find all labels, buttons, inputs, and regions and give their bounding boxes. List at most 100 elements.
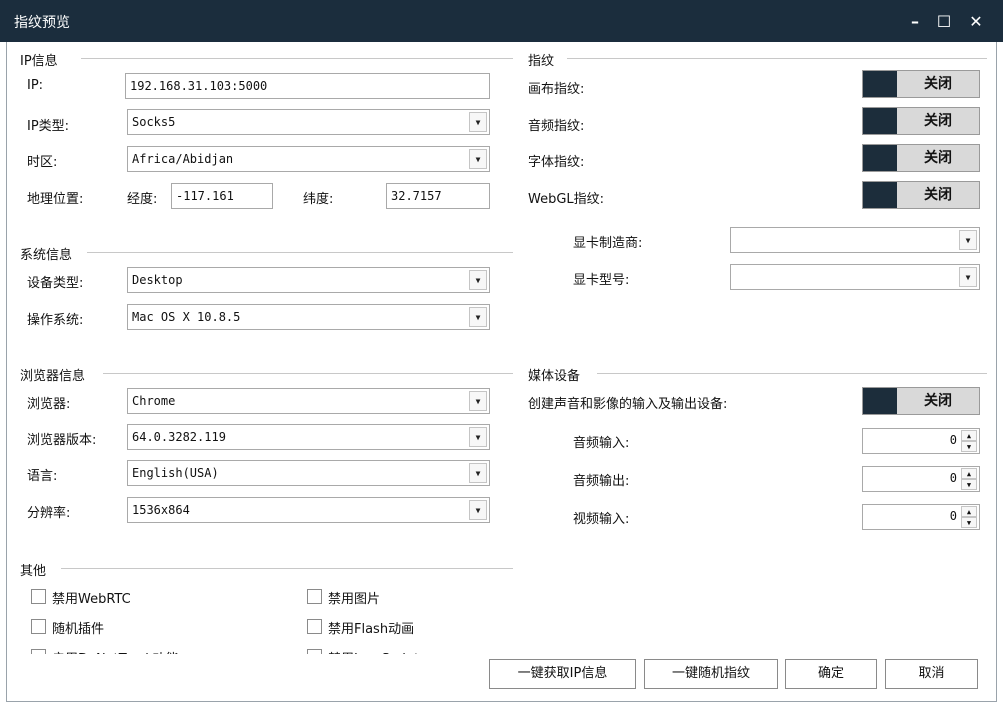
chevron-up-icon[interactable]: ▲ [961,430,977,441]
browser-select[interactable]: Chrome ▼ [127,388,490,414]
option-label: 禁用Flash动画 [328,622,415,637]
audio-output-label: 音频输出: [573,474,630,489]
dialog-content: IP信息 IP: 192.168.31.103:5000 IP类型: Socks… [6,42,997,702]
browser-version-select[interactable]: 64.0.3282.119 ▼ [127,424,490,450]
chevron-down-icon[interactable]: ▼ [959,230,977,250]
os-label: 操作系统: [27,313,84,328]
toggle-knob [863,71,897,97]
device-type-label: 设备类型: [27,276,84,291]
browser-value: Chrome [132,394,176,408]
os-select[interactable]: Mac OS X 10.8.5 ▼ [127,304,490,330]
toggle-knob [863,145,897,171]
audio-output-stepper[interactable]: 0 ▲ ▼ [862,466,980,492]
media-devices-toggle[interactable]: 关闭 [862,387,980,415]
audio-input-label: 音频输入: [573,436,630,451]
language-label: 语言: [27,469,58,484]
section-title-media: 媒体设备 [528,365,587,384]
chevron-down-icon[interactable]: ▼ [469,500,487,520]
video-input-stepper[interactable]: 0 ▲ ▼ [862,504,980,530]
section-title-browser: 浏览器信息 [20,365,92,384]
device-type-select[interactable]: Desktop ▼ [127,267,490,293]
resolution-value: 1536x864 [132,503,190,517]
toggle-state: 关闭 [897,71,979,97]
divider [87,252,513,253]
dialog-footer: 一键获取IP信息 一键随机指纹 确定 取消 [7,654,996,701]
divider [81,58,513,59]
gpu-vendor-select[interactable]: ▼ [730,227,980,253]
divider [597,373,987,374]
toggle-knob [863,182,897,208]
os-value: Mac OS X 10.8.5 [132,310,241,324]
chevron-down-icon[interactable]: ▼ [959,267,977,287]
chevron-down-icon[interactable]: ▼ [961,479,977,490]
ip-input[interactable]: 192.168.31.103:5000 [125,73,490,99]
option-label: 禁用图片 [328,592,381,607]
chevron-down-icon[interactable]: ▼ [469,427,487,447]
chevron-down-icon[interactable]: ▼ [469,463,487,483]
chevron-up-icon[interactable]: ▲ [961,468,977,479]
section-title-fingerprint: 指纹 [528,50,561,69]
chevron-down-icon[interactable]: ▼ [469,112,487,132]
get-ip-info-button[interactable]: 一键获取IP信息 [489,659,636,689]
close-button[interactable]: ✕ [964,10,988,34]
video-input-value: 0 [949,509,957,523]
random-fingerprint-button[interactable]: 一键随机指纹 [644,659,778,689]
resolution-select[interactable]: 1536x864 ▼ [127,497,490,523]
ip-label: IP: [27,78,44,93]
toggle-state: 关闭 [897,145,979,171]
latitude-label: 纬度: [303,192,334,207]
maximize-button[interactable]: ☐ [932,10,956,34]
language-select[interactable]: English(USA) ▼ [127,460,490,486]
browser-label: 浏览器: [27,397,71,412]
gpu-model-label: 显卡型号: [573,273,630,288]
audio-fp-toggle[interactable]: 关闭 [862,107,980,135]
audio-output-value: 0 [949,471,957,485]
chevron-down-icon[interactable]: ▼ [469,149,487,169]
device-type-value: Desktop [132,273,183,287]
video-input-label: 视频输入: [573,512,630,527]
resolution-label: 分辨率: [27,506,71,521]
chevron-down-icon[interactable]: ▼ [469,307,487,327]
section-title-other: 其他 [20,560,53,579]
divider [567,58,987,59]
chevron-down-icon[interactable]: ▼ [961,441,977,452]
latitude-input[interactable]: 32.7157 [386,183,490,209]
toggle-knob [863,108,897,134]
longitude-input[interactable]: -117.161 [171,183,273,209]
browser-version-value: 64.0.3282.119 [132,430,226,444]
browser-version-label: 浏览器版本: [27,433,97,448]
timezone-select[interactable]: Africa/Abidjan ▼ [127,146,490,172]
checkbox-disable-flash[interactable] [307,619,322,634]
webgl-fp-label: WebGL指纹: [528,192,605,207]
webgl-fp-toggle[interactable]: 关闭 [862,181,980,209]
chevron-down-icon[interactable]: ▼ [469,391,487,411]
option-label: 禁用WebRTC [52,592,131,607]
checkbox-disable-webrtc[interactable] [31,589,46,604]
ip-type-value: Socks5 [132,115,176,129]
minimize-button[interactable]: – [903,10,927,34]
checkbox-random-plugins[interactable] [31,619,46,634]
audio-input-stepper[interactable]: 0 ▲ ▼ [862,428,980,454]
timezone-value: Africa/Abidjan [132,152,234,166]
checkbox-disable-images[interactable] [307,589,322,604]
ip-type-select[interactable]: Socks5 ▼ [127,109,490,135]
toggle-state: 关闭 [897,182,979,208]
timezone-label: 时区: [27,155,58,170]
canvas-fp-label: 画布指纹: [528,82,585,97]
chevron-down-icon[interactable]: ▼ [469,270,487,290]
chevron-down-icon[interactable]: ▼ [961,517,977,528]
gpu-vendor-label: 显卡制造商: [573,236,643,251]
section-title-system: 系统信息 [20,244,79,263]
canvas-fp-toggle[interactable]: 关闭 [862,70,980,98]
longitude-label: 经度: [127,192,158,207]
toggle-state: 关闭 [897,388,979,414]
section-title-ip: IP信息 [20,50,64,69]
audio-fp-label: 音频指纹: [528,119,585,134]
ok-button[interactable]: 确定 [785,659,877,689]
font-fp-toggle[interactable]: 关闭 [862,144,980,172]
gpu-model-select[interactable]: ▼ [730,264,980,290]
chevron-up-icon[interactable]: ▲ [961,506,977,517]
cancel-button[interactable]: 取消 [885,659,978,689]
toggle-state: 关闭 [897,108,979,134]
option-label: 随机插件 [52,622,105,637]
